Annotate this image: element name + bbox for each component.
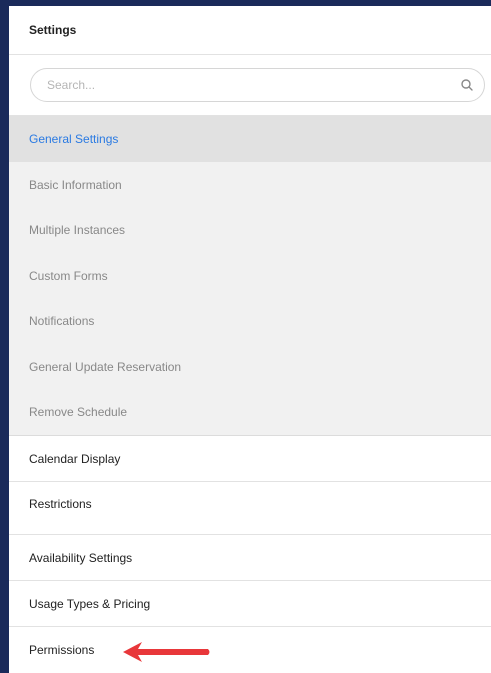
nav-item-restrictions[interactable]: Restrictions xyxy=(9,482,491,535)
general-settings-header[interactable]: General Settings xyxy=(9,116,491,162)
search-box[interactable] xyxy=(30,68,485,102)
settings-panel: Settings General Settings Basic Informat… xyxy=(9,6,491,673)
sub-item-general-update-reservation[interactable]: General Update Reservation xyxy=(9,344,491,390)
search-input[interactable] xyxy=(45,77,460,93)
nav-item-usage-types-pricing[interactable]: Usage Types & Pricing xyxy=(9,581,491,627)
nav-item-availability-settings[interactable]: Availability Settings xyxy=(9,535,491,581)
sub-item-custom-forms[interactable]: Custom Forms xyxy=(9,253,491,299)
sub-item-remove-schedule[interactable]: Remove Schedule xyxy=(9,390,491,436)
sub-item-basic-information[interactable]: Basic Information xyxy=(9,162,491,208)
panel-title: Settings xyxy=(9,6,491,55)
sub-item-multiple-instances[interactable]: Multiple Instances xyxy=(9,208,491,254)
pointer-arrow-icon xyxy=(123,642,210,662)
nav-item-calendar-display[interactable]: Calendar Display xyxy=(9,436,491,482)
general-settings-list: Basic Information Multiple Instances Cus… xyxy=(9,162,491,436)
sub-item-notifications[interactable]: Notifications xyxy=(9,299,491,345)
search-row xyxy=(9,55,491,116)
nav-item-permissions[interactable]: Permissions xyxy=(9,627,491,672)
search-icon[interactable] xyxy=(460,78,474,92)
